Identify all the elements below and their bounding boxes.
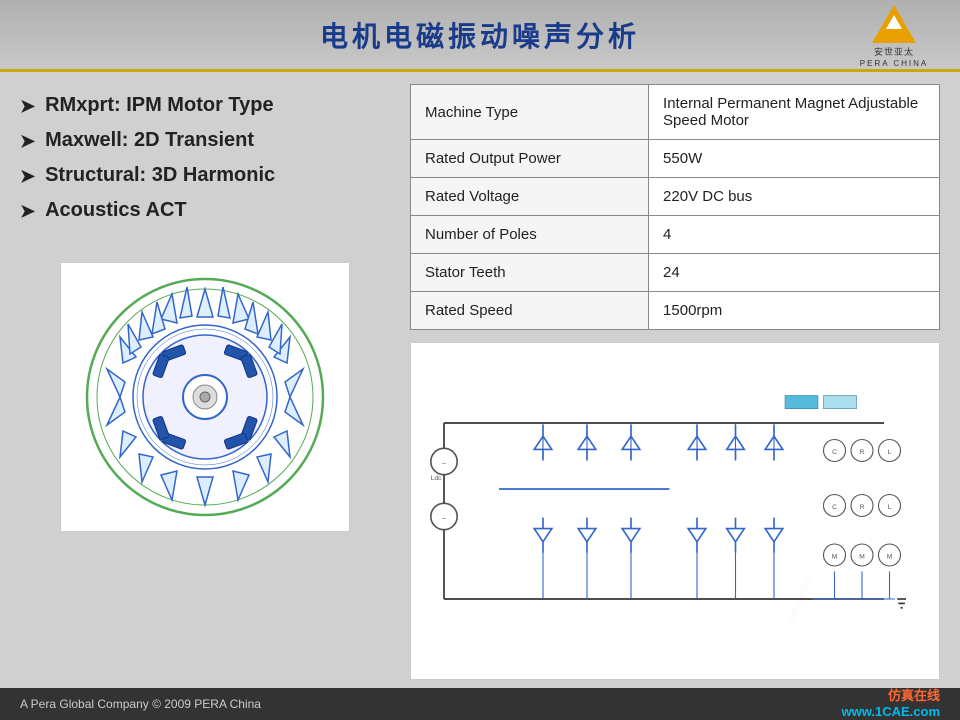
- spec-label: Stator Teeth: [411, 254, 649, 292]
- logo-area: 安世亚太 PERA CHINA: [844, 8, 944, 64]
- svg-text:/: /: [787, 566, 812, 633]
- spec-label: Number of Poles: [411, 216, 649, 254]
- header: 电机电磁振动噪声分析 安世亚太 PERA CHINA: [0, 0, 960, 72]
- table-row: Rated Output Power 550W: [411, 140, 940, 178]
- logo-triangle-icon: [872, 5, 916, 43]
- spec-value: 1500rpm: [649, 292, 940, 330]
- svg-text:C: C: [832, 504, 837, 511]
- table-row: Machine Type Internal Permanent Magnet A…: [411, 85, 940, 140]
- svg-text:C: C: [832, 449, 837, 456]
- spec-label: Rated Output Power: [411, 140, 649, 178]
- svg-text:R: R: [860, 504, 865, 511]
- table-row: Stator Teeth 24: [411, 254, 940, 292]
- footer-brand-chinese: 仿真在线: [888, 688, 940, 704]
- bullet-text: Structural: 3D Harmonic: [45, 164, 275, 187]
- footer-copyright: A Pera Global Company © 2009 PERA China: [20, 697, 261, 711]
- bullet-item: ➤ Acoustics ACT: [20, 199, 390, 222]
- watermark: /: [780, 560, 900, 640]
- svg-text:L: L: [888, 449, 892, 456]
- bullet-text: Maxwell: 2D Transient: [45, 129, 254, 152]
- bullet-text: RMxprt: IPM Motor Type: [45, 94, 274, 117]
- specs-table: Machine Type Internal Permanent Magnet A…: [410, 84, 940, 330]
- bullet-text: Acoustics ACT: [45, 199, 187, 222]
- bullet-item: ➤ RMxprt: IPM Motor Type: [20, 94, 390, 117]
- left-panel: ➤ RMxprt: IPM Motor Type ➤ Maxwell: 2D Tran…: [20, 84, 390, 680]
- spec-value: 4: [649, 216, 940, 254]
- bullet-list: ➤ RMxprt: IPM Motor Type ➤ Maxwell: 2D Tran…: [20, 84, 390, 244]
- footer: A Pera Global Company © 2009 PERA China …: [0, 688, 960, 720]
- spec-value: 550W: [649, 140, 940, 178]
- spec-label: Rated Voltage: [411, 178, 649, 216]
- bullet-arrow-icon: ➤: [20, 201, 35, 222]
- spec-label: Rated Speed: [411, 292, 649, 330]
- bullet-item: ➤ Maxwell: 2D Transient: [20, 129, 390, 152]
- svg-text:R: R: [860, 449, 865, 456]
- table-row: Rated Speed 1500rpm: [411, 292, 940, 330]
- table-row: Rated Voltage 220V DC bus: [411, 178, 940, 216]
- motor-diagram: [60, 262, 350, 532]
- svg-text:Ldc: Ldc: [431, 475, 442, 482]
- spec-value: Internal Permanent Magnet Adjustable Spe…: [649, 85, 940, 140]
- svg-text:~: ~: [442, 459, 447, 468]
- table-row: Number of Poles 4: [411, 216, 940, 254]
- logo-text: 安世亚太 PERA CHINA: [860, 45, 928, 68]
- svg-text:L: L: [888, 504, 892, 511]
- spec-value: 24: [649, 254, 940, 292]
- header-title: 电机电磁振动噪声分析: [320, 15, 640, 55]
- bullet-arrow-icon: ➤: [20, 131, 35, 152]
- svg-text:~: ~: [442, 514, 447, 523]
- spec-value: 220V DC bus: [649, 178, 940, 216]
- bullet-arrow-icon: ➤: [20, 96, 35, 117]
- footer-brand: 仿真在线 www.1CAE.com: [842, 688, 940, 719]
- bullet-item: ➤ Structural: 3D Harmonic: [20, 164, 390, 187]
- bullet-arrow-icon: ➤: [20, 166, 35, 187]
- footer-brand-url: www.1CAE.com: [842, 704, 940, 720]
- spec-label: Machine Type: [411, 85, 649, 140]
